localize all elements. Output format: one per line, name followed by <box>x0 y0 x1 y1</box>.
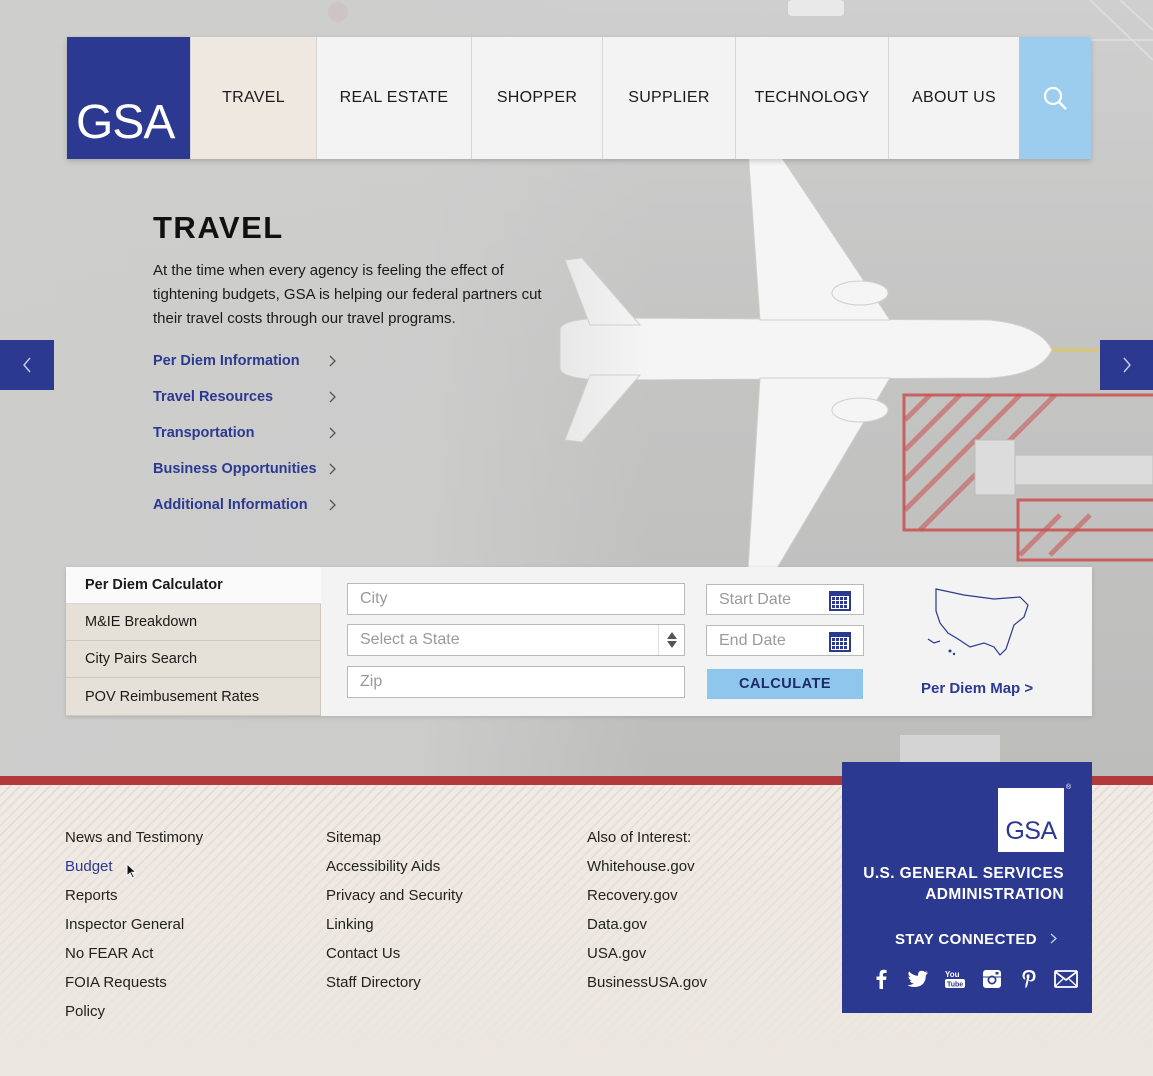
start-date-input[interactable]: Start Date <box>706 584 864 615</box>
chevron-left-icon <box>23 357 31 373</box>
carousel-next-button[interactable] <box>1100 340 1153 390</box>
tab-per-diem-calculator[interactable]: Per Diem Calculator <box>66 567 321 604</box>
main-navigation: GSA TRAVEL REAL ESTATE SHOPPER SUPPLIER … <box>67 37 1091 159</box>
footer-link-sitemap[interactable]: Sitemap <box>326 829 463 858</box>
footer-column-1: News and Testimony Budget Reports Inspec… <box>65 829 203 1032</box>
gsa-contact-card: GSA ® U.S. GENERAL SERVICES ADMINISTRATI… <box>842 762 1092 1013</box>
footer-link-privacy[interactable]: Privacy and Security <box>326 887 463 916</box>
footer-link-accessibility[interactable]: Accessibility Aids <box>326 858 463 887</box>
social-icons: You Tube <box>862 968 1084 990</box>
footer-link-reports[interactable]: Reports <box>65 887 203 916</box>
chevron-right-icon <box>1122 357 1131 373</box>
business-opportunities-link[interactable]: Business Opportunities <box>153 451 336 487</box>
state-select[interactable]: Select a State <box>347 624 685 656</box>
footer-link-staff-directory[interactable]: Staff Directory <box>326 974 463 1003</box>
svg-text:You: You <box>945 970 960 979</box>
nav-item-real-estate[interactable]: REAL ESTATE <box>316 37 471 159</box>
arrow-down-icon <box>666 641 677 648</box>
start-date-placeholder: Start Date <box>719 590 792 608</box>
state-select-value: Select a State <box>360 631 460 648</box>
tab-pov-reimbursement-rates[interactable]: POV Reimbusement Rates <box>66 678 321 716</box>
end-date-placeholder: End Date <box>719 631 786 649</box>
footer-link-news[interactable]: News and Testimony <box>65 829 203 858</box>
chevron-right-icon <box>329 427 336 439</box>
stay-connected-link[interactable]: STAY CONNECTED <box>895 931 1057 948</box>
footer-link-contact[interactable]: Contact Us <box>326 945 463 974</box>
footer-link-data[interactable]: Data.gov <box>587 916 707 945</box>
travel-resources-link[interactable]: Travel Resources <box>153 379 336 415</box>
footer-link-whitehouse[interactable]: Whitehouse.gov <box>587 858 707 887</box>
stay-connected-label: STAY CONNECTED <box>895 931 1038 948</box>
hero-description: At the time when every agency is feeling… <box>153 262 542 327</box>
carousel-prev-button[interactable] <box>0 340 54 390</box>
nav-item-supplier[interactable]: SUPPLIER <box>602 37 735 159</box>
chevron-right-icon <box>329 391 336 403</box>
mouse-cursor-icon <box>126 863 137 879</box>
footer-link-foia[interactable]: FOIA Requests <box>65 974 203 1003</box>
calculator-tabs: Per Diem Calculator M&IE Breakdown City … <box>66 567 321 716</box>
twitter-icon[interactable] <box>899 968 936 990</box>
footer-link-linking[interactable]: Linking <box>326 916 463 945</box>
footer-column-3: Also of Interest: Whitehouse.gov Recover… <box>587 829 707 1003</box>
agency-name-line1: U.S. GENERAL SERVICES <box>863 865 1064 882</box>
additional-information-link[interactable]: Additional Information <box>153 487 336 523</box>
youtube-icon[interactable]: You Tube <box>936 968 973 990</box>
chevron-right-icon <box>329 463 336 475</box>
footer-link-usa[interactable]: USA.gov <box>587 945 707 974</box>
gsa-logo-text: GSA <box>76 96 175 149</box>
footer-link-no-fear-act[interactable]: No FEAR Act <box>65 945 203 974</box>
gsa-logo[interactable]: GSA <box>67 37 190 159</box>
link-label: Business Opportunities <box>153 461 317 477</box>
footer-column-2: Sitemap Accessibility Aids Privacy and S… <box>326 829 463 1003</box>
city-input[interactable]: City <box>347 583 685 615</box>
chevron-right-icon <box>329 499 336 511</box>
email-icon[interactable] <box>1047 968 1084 990</box>
end-date-input[interactable]: End Date <box>706 625 864 656</box>
state-spinner[interactable] <box>658 625 684 655</box>
search-icon <box>1043 86 1067 110</box>
link-label: Additional Information <box>153 497 308 513</box>
instagram-icon[interactable] <box>973 968 1010 990</box>
footer-link-recovery[interactable]: Recovery.gov <box>587 887 707 916</box>
footer-heading-also-of-interest: Also of Interest: <box>587 829 692 846</box>
nav-item-about-us[interactable]: ABOUT US <box>888 37 1019 159</box>
nav-item-shopper[interactable]: SHOPPER <box>471 37 602 159</box>
per-diem-information-link[interactable]: Per Diem Information <box>153 343 336 379</box>
footer-link-inspector-general[interactable]: Inspector General <box>65 916 203 945</box>
per-diem-map-link[interactable]: Per Diem Map > <box>921 680 1033 697</box>
chevron-right-icon <box>1050 933 1057 944</box>
hero-links: Per Diem Information Travel Resources Tr… <box>153 343 336 523</box>
footer-link-businessusa[interactable]: BusinessUSA.gov <box>587 974 707 1003</box>
link-label: Travel Resources <box>153 389 274 405</box>
facebook-icon[interactable] <box>862 968 899 990</box>
transportation-link[interactable]: Transportation <box>153 415 336 451</box>
svg-text:Tube: Tube <box>947 982 963 989</box>
page-title: TRAVEL <box>153 210 284 245</box>
gsa-card-logo[interactable]: GSA <box>998 788 1064 852</box>
calendar-icon[interactable] <box>829 632 851 652</box>
zip-input[interactable]: Zip <box>347 666 685 698</box>
link-label: Transportation <box>153 425 255 441</box>
nav-item-travel[interactable]: TRAVEL <box>190 37 316 159</box>
tab-mie-breakdown[interactable]: M&IE Breakdown <box>66 604 321 641</box>
calculate-button[interactable]: CALCULATE <box>707 669 863 699</box>
pinterest-icon[interactable] <box>1010 968 1047 990</box>
registered-mark: ® <box>1066 784 1072 791</box>
nav-item-technology[interactable]: TECHNOLOGY <box>735 37 888 159</box>
search-button[interactable] <box>1019 37 1091 159</box>
arrow-up-icon <box>666 632 677 639</box>
agency-name: U.S. GENERAL SERVICES ADMINISTRATION <box>844 863 1064 905</box>
agency-name-line2: ADMINISTRATION <box>925 886 1064 903</box>
us-map-icon[interactable] <box>924 577 1036 667</box>
link-label: Per Diem Information <box>153 353 300 369</box>
chevron-right-icon <box>329 355 336 367</box>
gsa-card-logo-text: GSA <box>1005 817 1057 845</box>
tab-city-pairs-search[interactable]: City Pairs Search <box>66 641 321 678</box>
footer-link-policy[interactable]: Policy <box>65 1003 203 1032</box>
calendar-icon[interactable] <box>829 591 851 611</box>
